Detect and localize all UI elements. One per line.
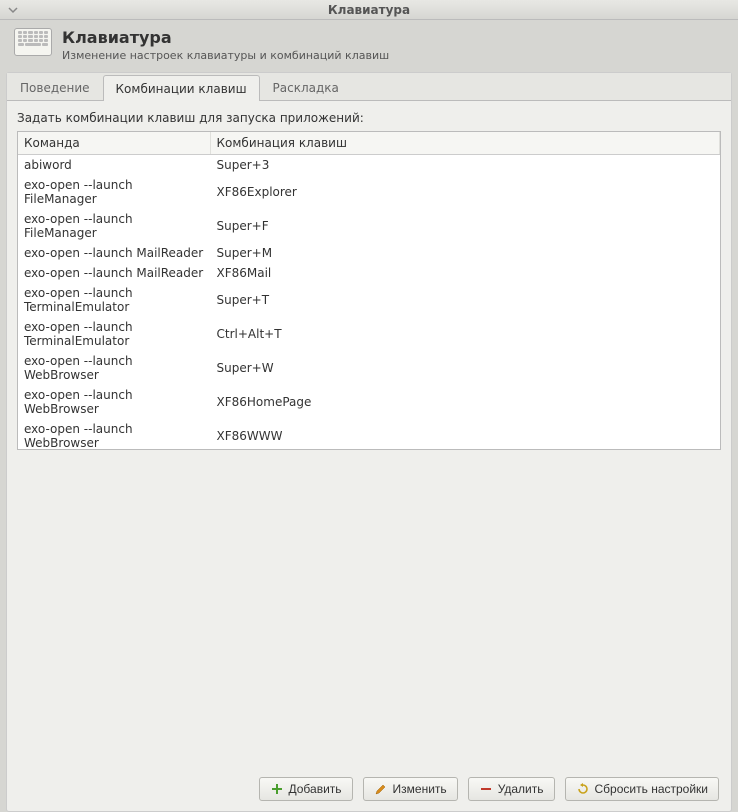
table-row[interactable]: exo-open --launch MailReaderXF86Mail <box>18 263 720 283</box>
header: Клавиатура Изменение настроек клавиатуры… <box>0 20 738 72</box>
content: ПоведениеКомбинации клавишРаскладка Зада… <box>6 72 732 812</box>
window-title: Клавиатура <box>328 3 410 17</box>
cell-shortcut: Super+M <box>210 243 720 263</box>
add-button[interactable]: Добавить <box>259 777 353 801</box>
cell-command: exo-open --launch TerminalEmulator <box>18 283 210 317</box>
cell-command: exo-open --launch FileManager <box>18 209 210 243</box>
tab-0[interactable]: Поведение <box>7 74 103 100</box>
plus-icon <box>270 782 284 796</box>
cell-command: abiword <box>18 155 210 176</box>
cell-shortcut: Super+3 <box>210 155 720 176</box>
cell-shortcut: Super+F <box>210 209 720 243</box>
table-row[interactable]: exo-open --launch WebBrowserXF86HomePage <box>18 385 720 419</box>
minus-icon <box>479 782 493 796</box>
table-row[interactable]: exo-open --launch WebBrowserSuper+W <box>18 351 720 385</box>
button-row: Добавить Изменить Удалить Сбросить настр… <box>17 767 721 803</box>
shortcuts-table-wrap[interactable]: Команда Комбинация клавиш abiwordSuper+3… <box>17 131 721 450</box>
page-subtitle: Изменение настроек клавиатуры и комбинац… <box>62 49 389 62</box>
table-row[interactable]: abiwordSuper+3 <box>18 155 720 176</box>
shortcuts-table: Команда Комбинация клавиш abiwordSuper+3… <box>18 132 720 450</box>
cell-command: exo-open --launch WebBrowser <box>18 385 210 419</box>
delete-button[interactable]: Удалить <box>468 777 555 801</box>
cell-command: exo-open --launch WebBrowser <box>18 351 210 385</box>
cell-command: exo-open --launch WebBrowser <box>18 419 210 450</box>
cell-shortcut: XF86HomePage <box>210 385 720 419</box>
table-row[interactable]: exo-open --launch FileManagerXF86Explore… <box>18 175 720 209</box>
column-header-command[interactable]: Команда <box>18 132 210 155</box>
delete-button-label: Удалить <box>498 782 544 796</box>
cell-shortcut: XF86Explorer <box>210 175 720 209</box>
table-row[interactable]: exo-open --launch MailReaderSuper+M <box>18 243 720 263</box>
reset-button[interactable]: Сбросить настройки <box>565 777 719 801</box>
cell-shortcut: XF86Mail <box>210 263 720 283</box>
cell-command: exo-open --launch MailReader <box>18 263 210 283</box>
reset-button-label: Сбросить настройки <box>595 782 708 796</box>
cell-command: exo-open --launch TerminalEmulator <box>18 317 210 351</box>
cell-shortcut: XF86WWW <box>210 419 720 450</box>
prompt-label: Задать комбинации клавиш для запуска при… <box>17 111 721 125</box>
cell-command: exo-open --launch FileManager <box>18 175 210 209</box>
add-button-label: Добавить <box>289 782 342 796</box>
table-row[interactable]: exo-open --launch TerminalEmulatorCtrl+A… <box>18 317 720 351</box>
column-header-shortcut[interactable]: Комбинация клавиш <box>210 132 720 155</box>
tab-2[interactable]: Раскладка <box>260 74 352 100</box>
titlebar: Клавиатура <box>0 0 738 20</box>
window-menu-icon[interactable] <box>6 3 20 17</box>
table-row[interactable]: exo-open --launch TerminalEmulatorSuper+… <box>18 283 720 317</box>
pencil-icon <box>374 782 388 796</box>
edit-button[interactable]: Изменить <box>363 777 458 801</box>
tab-1[interactable]: Комбинации клавиш <box>103 75 260 101</box>
table-row[interactable]: exo-open --launch FileManagerSuper+F <box>18 209 720 243</box>
cell-shortcut: Ctrl+Alt+T <box>210 317 720 351</box>
table-row[interactable]: exo-open --launch WebBrowserXF86WWW <box>18 419 720 450</box>
keyboard-icon <box>14 28 52 56</box>
cell-shortcut: Super+T <box>210 283 720 317</box>
refresh-icon <box>576 782 590 796</box>
edit-button-label: Изменить <box>393 782 447 796</box>
cell-shortcut: Super+W <box>210 351 720 385</box>
cell-command: exo-open --launch MailReader <box>18 243 210 263</box>
tabs: ПоведениеКомбинации клавишРаскладка <box>7 73 731 101</box>
page-title: Клавиатура <box>62 28 389 47</box>
